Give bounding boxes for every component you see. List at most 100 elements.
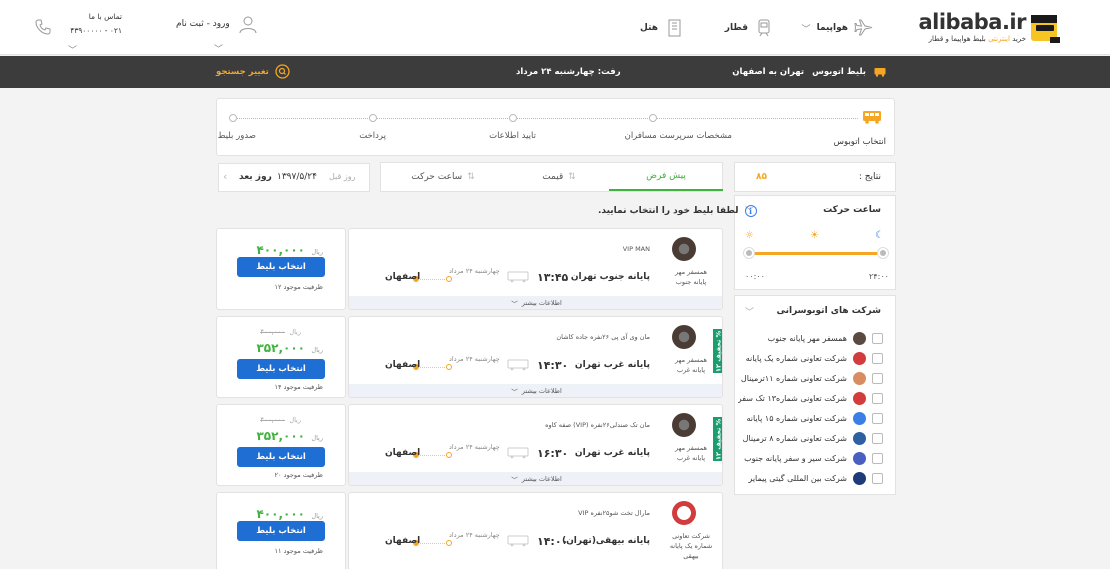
chevron-down-icon[interactable]: ﹀ [745,305,754,318]
logo-wordmark: alibaba.ir [918,10,1026,34]
route-line [417,279,447,281]
trip-info-box: همسفر مهر پایانه غرب مان تک صندلی۲۶نفره (… [348,404,723,486]
time-slider-min-label: ۰۰:۰۰ [745,272,765,281]
contact-number: ۰۲۱ - ۴۳۹۰۰۰۰۰ [70,26,122,35]
nav-hotel[interactable]: هتل [640,18,684,38]
company-logo-icon [853,331,866,345]
bus-icon [863,111,881,124]
company-name: شرکت تعاونی شماره۱۳ تک سفر [738,393,847,403]
select-ticket-button[interactable]: انتخاب بلیط [237,447,325,467]
bus-company-filter: شرکت های اتوبوسرانی ﹀ همسفر مهر پایانه ج… [734,295,896,495]
trip-info-box: همسفر مهر پایانه جنوب VIP MAN پایانه جنوب … [348,228,723,310]
bus-icon [507,359,529,371]
company-checkbox[interactable] [872,452,883,464]
operator-name: همسفر مهر پایانه جنوب [675,268,707,286]
select-ticket-button[interactable]: انتخاب بلیط [237,257,325,277]
company-logo-icon [853,351,866,365]
tab-price[interactable]: ⇅ قیمت [509,163,609,191]
company-filter-item[interactable]: شرکت سیر و سفر پایانه جنوب [738,450,883,466]
company-filter-item[interactable]: شرکت تعاونی شماره ۸ ترمینال [738,430,883,446]
company-filter-item[interactable]: شرکت تعاونی شماره۱۳ تک سفر [738,390,883,406]
nav-flight[interactable]: هواپیما ﹀ [802,18,874,38]
company-filter-title: شرکت های اتوبوسرانی [776,306,882,316]
destination: اصفهان [385,272,421,282]
ticket-price: ۳۵۲,۰۰۰ [256,429,305,443]
company-name: شرکت تعاونی شماره ۸ ترمینال [742,433,847,443]
tab-departure-time[interactable]: ⇅ ساعت حرکت [393,163,493,191]
time-slider-handle-min[interactable] [744,248,754,258]
company-filter-item[interactable]: شرکت بین المللی گیتی پیمایر [738,470,883,486]
stepper-dot [509,114,517,122]
result-card: ۴۰۰,۰۰۰ ریال ۳۵۲,۰۰۰ ریال انتخاب بلیط ظرفیت م… [216,404,723,486]
seat-capacity: ظرفیت موجود ۱۲ [274,283,323,291]
origin-terminal: پایانه غرب تهران [574,448,650,458]
trip-date: چهارشنبه ۲۴ مرداد [449,443,500,451]
sort-icon: ⇅ [467,172,475,182]
bus-type: مان وی آی پی ۲۶نفره جاده کاشان [556,333,650,341]
company-filter-item[interactable]: همسفر مهر پایانه جنوب [738,330,883,346]
company-checkbox[interactable] [872,412,883,424]
departure-time-filter: ساعت حرکت ﹀ ☾ ☀ ☼ ۰۰:۰۰ ۲۴:۰۰ [734,195,896,290]
step-passenger-details: مشخصات سرپرست مسافران [624,131,732,141]
company-name: شرکت تعاونی شماره یک پایانه [745,353,847,363]
time-slider-track[interactable] [749,252,881,255]
departure-time: ۱۶:۳۰ [537,447,569,460]
company-checkbox[interactable] [872,332,883,344]
company-filter-item[interactable]: شرکت تعاونی شماره ۱۱ترمینال [738,370,883,386]
chevron-down-icon: ﹀ [214,45,224,55]
alibaba-mascot-icon [1031,15,1060,43]
company-logo-icon [853,391,866,405]
moon-icon: ☾ [875,230,884,241]
bus-type: مان تک صندلی۲۶نفره (VIP) صفه کاوه [545,421,650,429]
change-search-button[interactable]: تغییر جستجو [216,64,290,79]
seat-capacity: ظرفیت موجود ۱۴ [274,383,323,391]
stepper-line [233,118,858,119]
nav-train[interactable]: قطار [725,18,774,38]
time-filter-title: ساعت حرکت [823,205,881,215]
company-filter-item[interactable]: شرکت تعاونی شماره یک پایانه [738,350,883,366]
price-box: ۴۰۰,۰۰۰ ریال انتخاب بلیط ظرفیت موجود ۱۲ [216,228,346,310]
top-header: alibaba.ir خرید اینترنتی بلیط هواپیما و … [0,0,1110,56]
alibaba-logo[interactable]: alibaba.ir خرید اینترنتی بلیط هواپیما و … [918,8,1064,48]
prompt-text: لطفا بلیط خود را انتخاب نمایید. [598,206,739,216]
price-box: ۴۰۰,۰۰۰ ریال انتخاب بلیط ظرفیت موجود ۱۱ [216,492,346,569]
company-checkbox[interactable] [872,352,883,364]
company-filter-item[interactable]: شرکت تعاونی شماره ۱۵ پایانه [738,410,883,426]
time-slider-max-label: ۲۴:۰۰ [869,272,889,281]
time-slider-handle-max[interactable] [878,248,888,258]
price-currency: ریال [311,434,323,442]
operator-logo-icon [672,325,696,349]
prev-day-button[interactable]: روز قبل [329,172,355,181]
sort-icon: ⇅ [568,172,576,182]
login-register[interactable]: ورود - ثبت نام ﹀ [176,14,258,55]
tab-default[interactable]: پیش فرض [609,163,723,191]
company-checkbox[interactable] [872,432,883,444]
next-day-button[interactable]: روز بعد [239,172,272,182]
select-ticket-button[interactable]: انتخاب بلیط [237,359,325,379]
company-name: شرکت تعاونی شماره ۱۵ پایانه [746,413,848,423]
company-name: شرکت تعاونی شماره ۱۱ترمینال [740,373,847,383]
bus-icon [507,535,529,547]
nav-hotel-label: هتل [640,23,658,33]
select-ticket-prompt: i لطفا بلیط خود را انتخاب نمایید. [598,205,757,217]
operator-name: همسفر مهر پایانه غرب [675,356,707,374]
current-date: ۱۳۹۷/۵/۲۴ [277,172,317,182]
more-info-toggle[interactable]: اطلاعات بیشتر ﹀ [349,384,722,397]
old-price: ۴۰۰,۰۰۰ [260,416,285,424]
seat-capacity: ظرفیت موجود ۲۰ [274,471,323,479]
more-info-toggle[interactable]: اطلاعات بیشتر ﹀ [349,296,722,309]
route-label: تهران به اصفهان [732,67,805,77]
stepper-dot [369,114,377,122]
trip-info-box: همسفر مهر پایانه غرب مان وی آی پی ۲۶نفره … [348,316,723,398]
more-info-toggle[interactable]: اطلاعات بیشتر ﹀ [349,472,722,485]
search-icon [275,64,290,79]
bus-icon [874,68,886,77]
company-checkbox[interactable] [872,472,883,484]
price-currency: ریال [311,512,323,520]
company-checkbox[interactable] [872,372,883,384]
company-checkbox[interactable] [872,392,883,404]
hotel-icon [668,19,681,37]
select-ticket-button[interactable]: انتخاب بلیط [237,521,325,541]
company-name: شرکت سیر و سفر پایانه جنوب [744,453,847,463]
result-card: ۴۰۰,۰۰۰ ریال انتخاب بلیط ظرفیت موجود ۱۱ شرکت… [216,492,723,569]
